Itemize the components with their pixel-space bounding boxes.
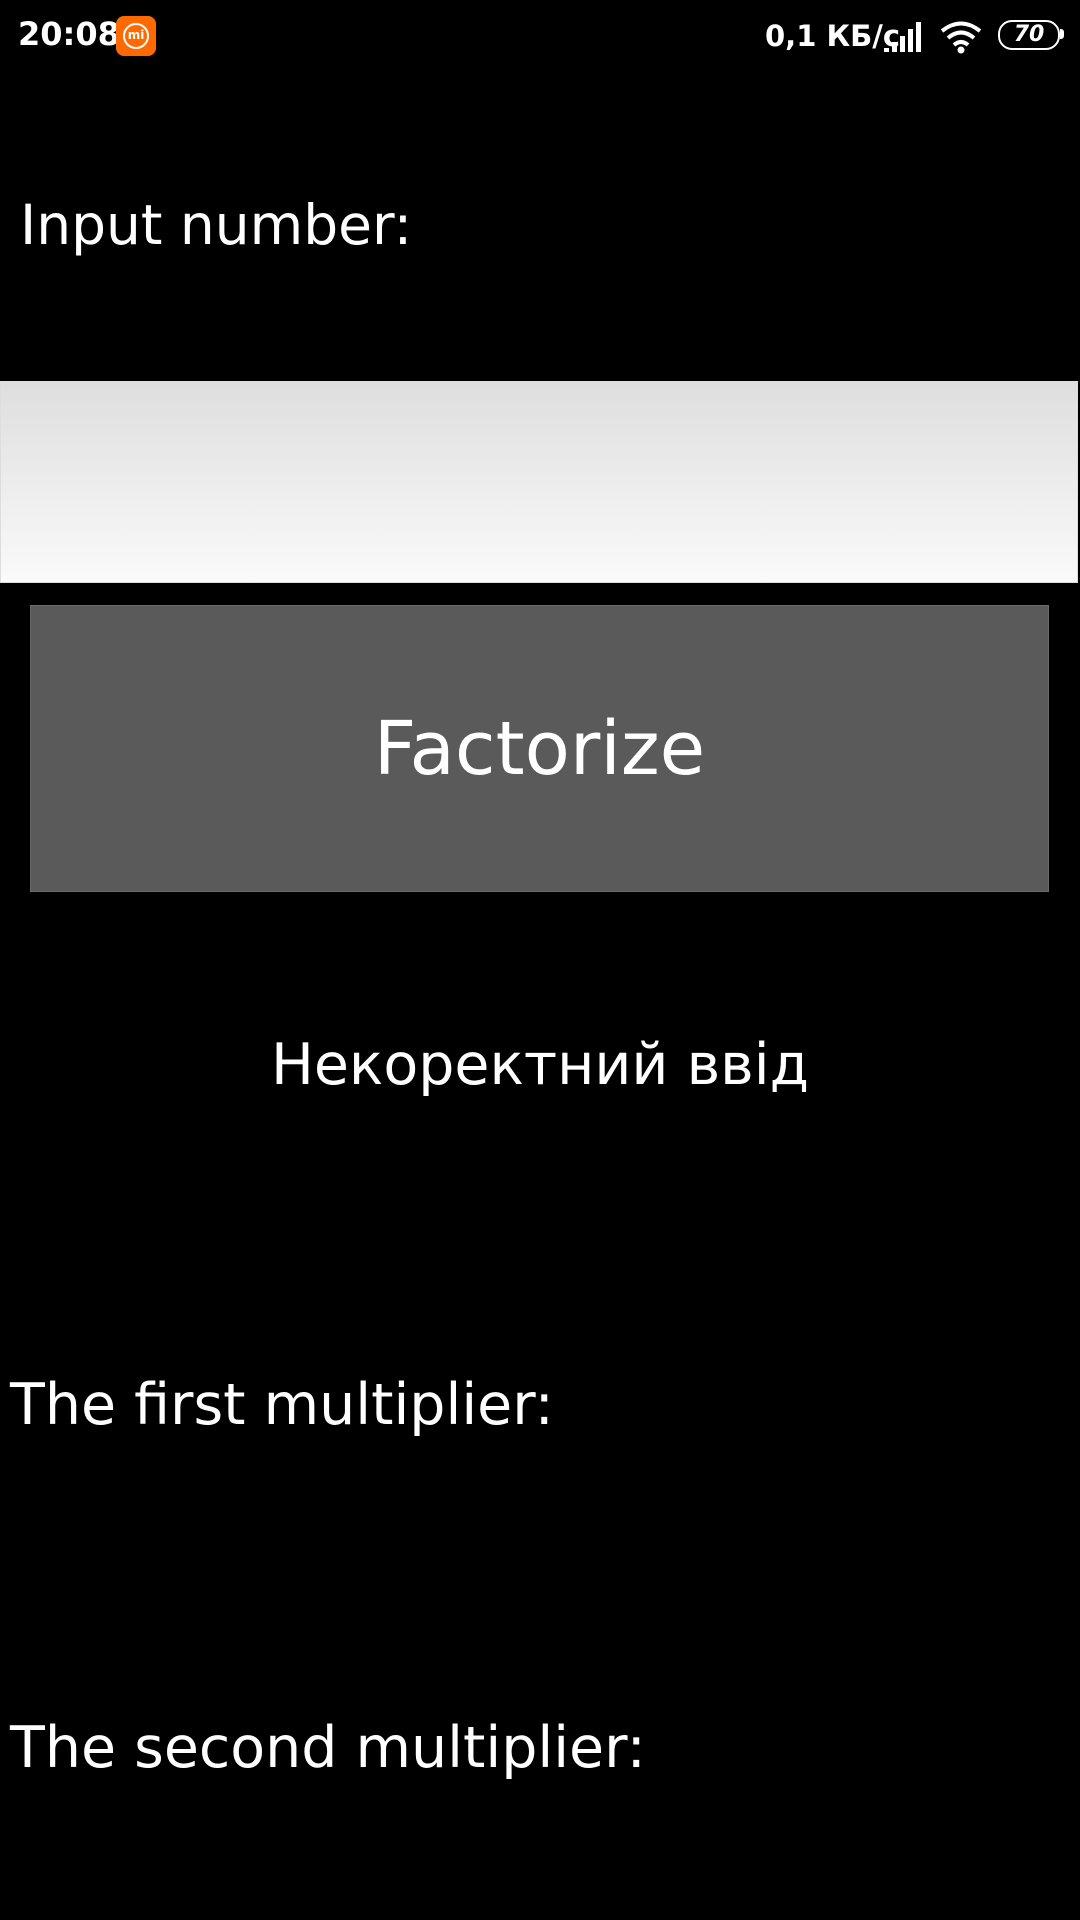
network-speed: 0,1 КБ/с — [765, 19, 901, 53]
factorize-button[interactable]: Factorize — [30, 605, 1049, 892]
signal-icon — [884, 22, 921, 52]
battery-tip — [1060, 29, 1064, 39]
battery-icon: 70 — [998, 20, 1064, 50]
result-message: Некоректний ввід — [270, 1032, 810, 1098]
mi-icon: mi — [116, 16, 156, 56]
first-multiplier-label: The first multiplier: — [10, 1372, 554, 1438]
status-time: 20:08 — [18, 15, 120, 53]
wifi-icon — [940, 21, 982, 54]
mi-icon-text: mi — [127, 28, 145, 42]
second-multiplier-label: The second multiplier: — [10, 1715, 646, 1781]
input-number-label: Input number: — [20, 193, 413, 257]
number-input[interactable] — [0, 381, 1078, 583]
battery-level: 70 — [1013, 22, 1045, 47]
status-bar: 20:08 mi 0,1 КБ/с 70 — [0, 0, 1080, 72]
